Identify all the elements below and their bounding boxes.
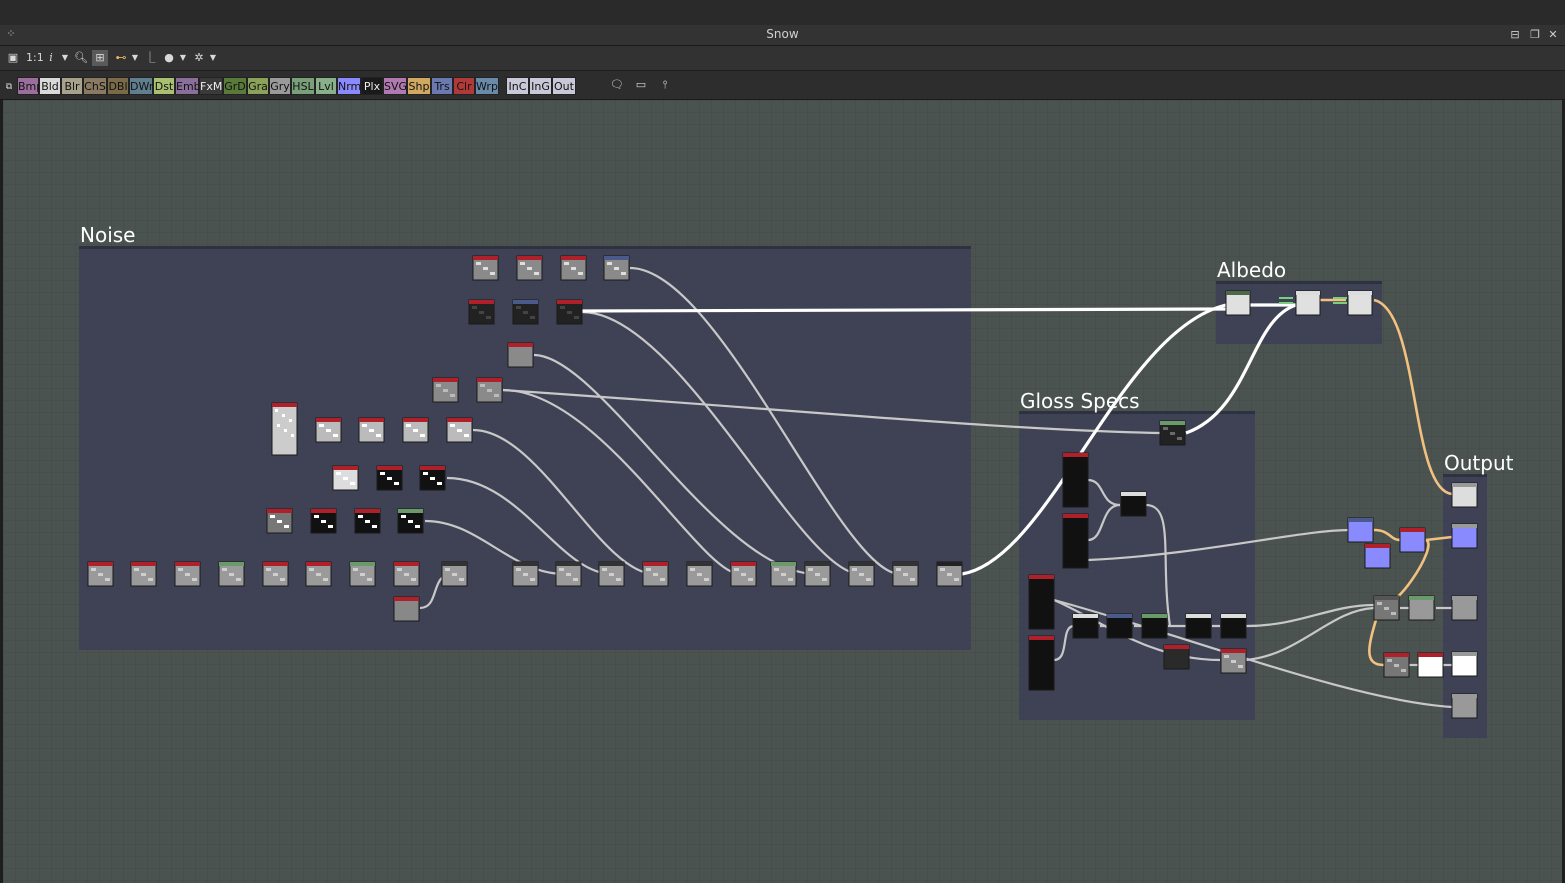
graph-node[interactable]	[358, 417, 385, 443]
graph-node[interactable]	[174, 561, 201, 587]
wire	[1053, 624, 1075, 662]
wire	[1245, 603, 1375, 628]
wire	[1087, 503, 1121, 542]
graph-node[interactable]	[441, 561, 468, 587]
wire-orange	[1373, 298, 1453, 496]
graph-node[interactable]	[472, 255, 499, 281]
graph-node[interactable]	[598, 561, 625, 587]
graph-node[interactable]	[393, 561, 420, 587]
wire	[1087, 528, 1351, 562]
graph-node[interactable]	[1417, 652, 1444, 678]
graph-node[interactable]	[1295, 290, 1321, 316]
graph-node[interactable]	[1072, 613, 1099, 639]
graph-node[interactable]	[1028, 635, 1055, 691]
graph-node[interactable]	[402, 417, 429, 443]
graph-node[interactable]	[1220, 648, 1247, 674]
graph-node[interactable]	[848, 561, 875, 587]
graph-node[interactable]	[555, 561, 582, 587]
graph-node[interactable]	[271, 402, 298, 456]
graph-node[interactable]	[642, 561, 669, 587]
graph-node[interactable]	[1383, 652, 1410, 678]
wire	[533, 353, 817, 576]
graph-node[interactable]	[218, 561, 245, 587]
graph-node[interactable]	[446, 417, 473, 443]
graph-node[interactable]	[1062, 452, 1089, 508]
graph-node[interactable]	[512, 561, 539, 587]
wire	[1145, 503, 1172, 627]
graph-node[interactable]	[393, 596, 420, 622]
graph-node[interactable]	[397, 508, 424, 534]
graph-node[interactable]	[507, 342, 534, 368]
graph-node[interactable]	[310, 508, 337, 534]
wire-orange	[1373, 528, 1401, 542]
graph-node[interactable]	[1159, 420, 1186, 446]
graph-node[interactable]	[1364, 543, 1391, 569]
graph-node[interactable]	[1163, 644, 1190, 670]
wire	[1087, 478, 1121, 507]
graph-node[interactable]	[512, 299, 539, 325]
graph-node[interactable]	[87, 561, 114, 587]
graph-node[interactable]	[1225, 290, 1251, 316]
graph-node[interactable]	[1120, 491, 1147, 517]
graph-node[interactable]	[603, 255, 630, 281]
wire-albedo	[1185, 303, 1297, 435]
graph-node[interactable]	[560, 255, 587, 281]
graph-node[interactable]	[730, 561, 757, 587]
graph-node[interactable]	[1185, 613, 1212, 639]
graph-node[interactable]	[1220, 613, 1247, 639]
wire-albedo	[961, 303, 1227, 576]
wire-orange	[1425, 535, 1453, 542]
graph-node[interactable]	[1028, 574, 1055, 630]
graph-node[interactable]	[130, 561, 157, 587]
graph-node[interactable]	[1451, 693, 1478, 719]
graph-node[interactable]	[262, 561, 289, 587]
graph-node[interactable]	[1347, 517, 1374, 543]
graph-node[interactable]	[305, 561, 332, 587]
graph-node[interactable]	[1106, 613, 1133, 639]
wire	[629, 266, 901, 576]
graph-node[interactable]	[1399, 527, 1426, 553]
graph-node[interactable]	[1451, 523, 1478, 549]
graph-node[interactable]	[349, 561, 376, 587]
graph-node[interactable]	[1373, 595, 1400, 621]
graph-node[interactable]	[266, 508, 293, 534]
graph-node[interactable]	[1347, 290, 1373, 316]
graph-node[interactable]	[1408, 595, 1435, 621]
wire	[446, 476, 613, 576]
graph-node[interactable]	[516, 255, 543, 281]
graph-node[interactable]	[1062, 513, 1089, 569]
graph-node[interactable]	[332, 465, 359, 491]
graph-node[interactable]	[1141, 613, 1168, 639]
graph-node[interactable]	[468, 299, 495, 325]
graph-node[interactable]	[936, 561, 963, 587]
graph-node[interactable]	[476, 377, 503, 403]
graph-node[interactable]	[1451, 482, 1478, 508]
graph-node[interactable]	[1451, 651, 1478, 677]
wire	[581, 310, 861, 576]
graph-node[interactable]	[315, 417, 342, 443]
graph-node[interactable]	[556, 299, 583, 325]
graph-node[interactable]	[804, 561, 831, 587]
graph-node[interactable]	[354, 508, 381, 534]
graph-node[interactable]	[376, 465, 403, 491]
graph-node[interactable]	[419, 465, 446, 491]
graph-node[interactable]	[1451, 595, 1478, 621]
graph-node[interactable]	[892, 561, 919, 587]
graph-wires	[87, 255, 1478, 719]
wire	[502, 388, 1161, 435]
graph-node[interactable]	[432, 377, 459, 403]
wire-albedo	[581, 307, 1227, 313]
graph-node[interactable]	[686, 561, 713, 587]
graph-node[interactable]	[770, 561, 797, 587]
wire	[472, 428, 656, 576]
